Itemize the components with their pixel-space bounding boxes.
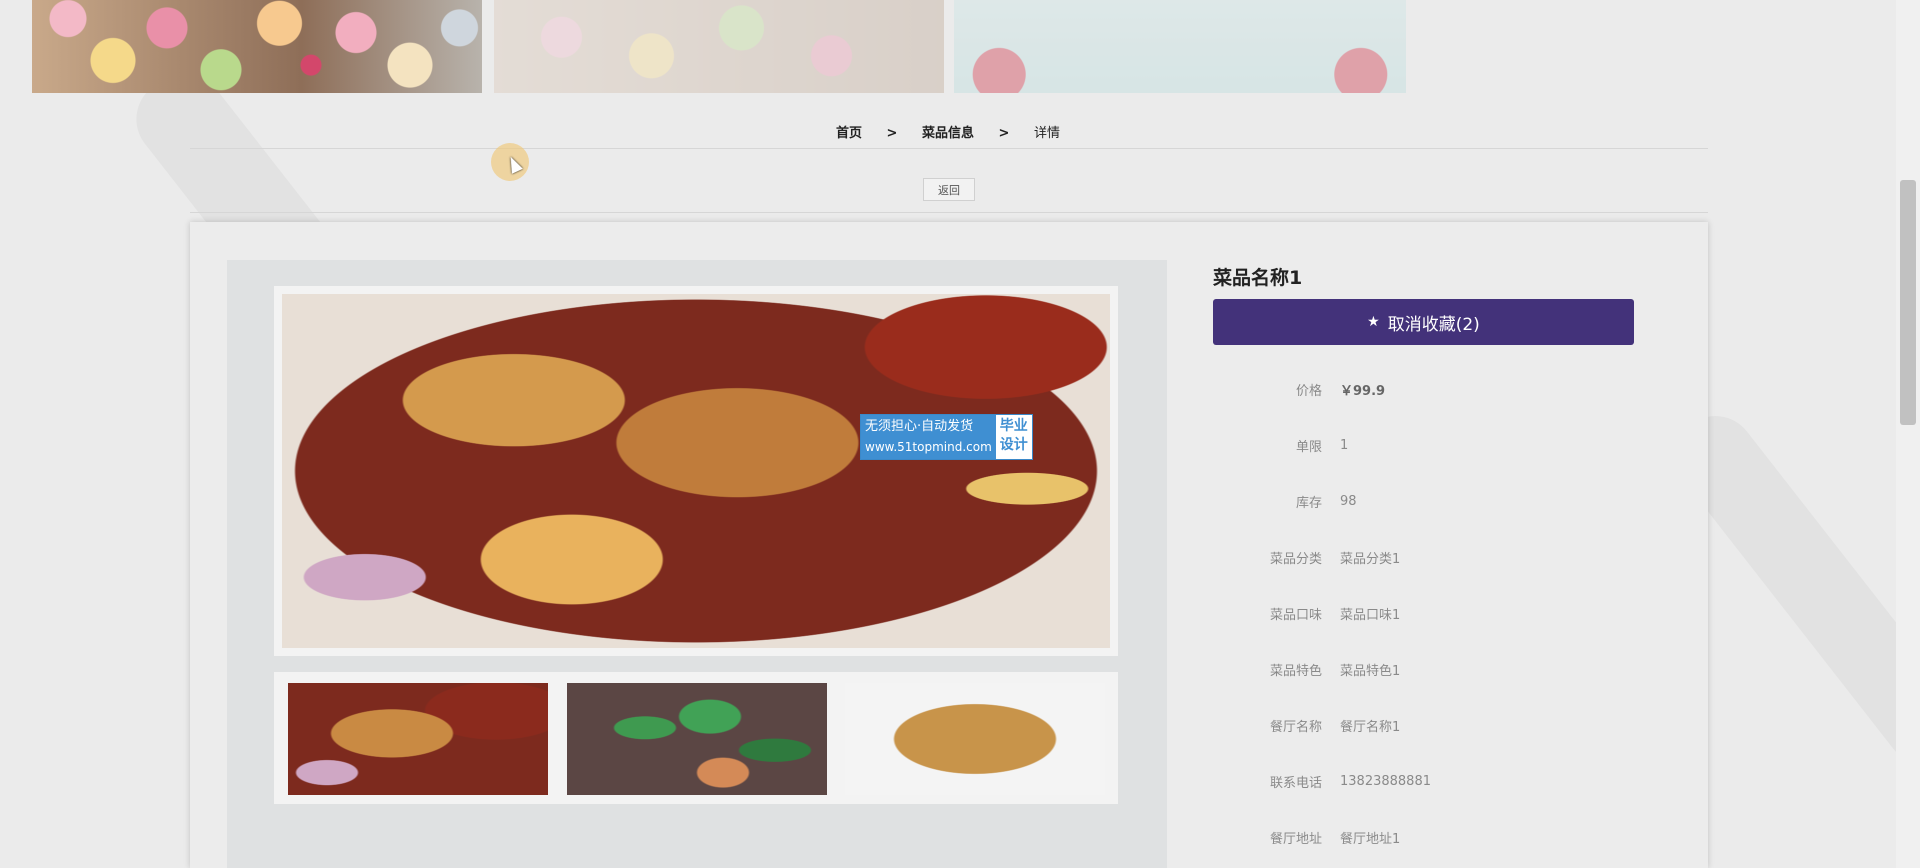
- info-row-phone: 联系电话 13823888881: [1213, 753, 1653, 809]
- info-value: 菜品特色1: [1340, 663, 1401, 679]
- watermark-side2: 设计: [999, 437, 1028, 453]
- breadcrumb: 首页 > 菜品信息 > 详情: [0, 122, 1896, 141]
- info-label: 菜品口味: [1269, 607, 1322, 623]
- main-image-frame: 无须担心·自动发货 www.51topmind.com 毕业 设计: [274, 286, 1118, 656]
- info-value: 1: [1340, 437, 1349, 453]
- watermark-line1: 无须担心·自动发货: [865, 419, 974, 434]
- banner-image[interactable]: [494, 0, 944, 93]
- breadcrumb-category[interactable]: 菜品信息: [922, 126, 974, 141]
- breadcrumb-separator: >: [886, 126, 898, 141]
- watermark-logo: 无须担心·自动发货 www.51topmind.com 毕业 设计: [860, 414, 1033, 460]
- info-value: 菜品分类1: [1340, 551, 1401, 567]
- info-label: 餐厅地址: [1269, 831, 1322, 847]
- breadcrumb-separator: >: [998, 126, 1010, 141]
- banner-carousel[interactable]: [32, 0, 1412, 93]
- info-row-restaurant: 餐厅名称 餐厅名称1: [1213, 697, 1653, 753]
- breadcrumb-home[interactable]: 首页: [836, 126, 862, 141]
- info-label: 库存: [1295, 495, 1322, 511]
- info-label: 菜品分类: [1269, 551, 1322, 567]
- info-label: 菜品特色: [1269, 663, 1322, 679]
- info-value: 菜品口味1: [1340, 607, 1401, 623]
- info-row-feature: 菜品特色 菜品特色1: [1213, 641, 1653, 697]
- info-row-price: 价格 ￥99.9: [1213, 361, 1653, 417]
- info-value: 98: [1340, 493, 1357, 509]
- unfavorite-button[interactable]: ★ 取消收藏(2): [1213, 299, 1634, 345]
- thumbnail-strip: [274, 672, 1118, 804]
- info-row-limit: 单限 1: [1213, 417, 1653, 473]
- image-gallery: 无须担心·自动发货 www.51topmind.com 毕业 设计: [227, 260, 1167, 868]
- back-button[interactable]: 返回: [923, 178, 975, 201]
- watermark-line2: www.51topmind.com: [865, 440, 992, 454]
- info-row-category: 菜品分类 菜品分类1: [1213, 529, 1653, 585]
- main-dish-image[interactable]: 无须担心·自动发货 www.51topmind.com 毕业 设计: [282, 294, 1110, 648]
- info-value: 餐厅地址1: [1340, 831, 1401, 847]
- divider: [190, 212, 1708, 213]
- breadcrumb-current: 详情: [1033, 126, 1060, 141]
- unfavorite-label: 取消收藏(2): [1387, 314, 1480, 335]
- info-value: ￥99.9: [1340, 383, 1386, 399]
- dish-title: 菜品名称1: [1213, 267, 1303, 289]
- thumbnail-image[interactable]: [567, 683, 827, 795]
- info-label: 价格: [1295, 383, 1322, 399]
- banner-image[interactable]: [32, 0, 482, 93]
- info-label: 餐厅名称: [1269, 719, 1322, 735]
- thumbnail-image[interactable]: [845, 683, 1105, 795]
- info-row-address: 餐厅地址 餐厅地址1: [1213, 809, 1653, 865]
- divider: [190, 148, 1708, 149]
- info-value: 13823888881: [1340, 773, 1431, 789]
- scrollbar-thumb[interactable]: [1900, 180, 1916, 425]
- watermark-side1: 毕业: [999, 418, 1028, 434]
- star-icon: ★: [1367, 314, 1380, 330]
- dish-info-list: 价格 ￥99.9 单限 1 库存 98 菜品分类 菜品分类1 菜品口味 菜品口味…: [1213, 361, 1653, 865]
- thumbnail-image[interactable]: [288, 683, 548, 795]
- info-value: 餐厅名称1: [1340, 719, 1401, 735]
- page-scrollbar[interactable]: [1896, 0, 1920, 868]
- dish-details: 菜品名称1 ★ 取消收藏(2) 价格 ￥99.9 单限 1 库存 98 菜品分类…: [1213, 266, 1653, 865]
- info-row-flavor: 菜品口味 菜品口味1: [1213, 585, 1653, 641]
- banner-image[interactable]: [954, 0, 1406, 93]
- info-label: 单限: [1295, 439, 1322, 455]
- info-row-stock: 库存 98: [1213, 473, 1653, 529]
- info-label: 联系电话: [1269, 775, 1322, 791]
- dish-detail-panel: 无须担心·自动发货 www.51topmind.com 毕业 设计 菜品名称1 …: [190, 222, 1708, 868]
